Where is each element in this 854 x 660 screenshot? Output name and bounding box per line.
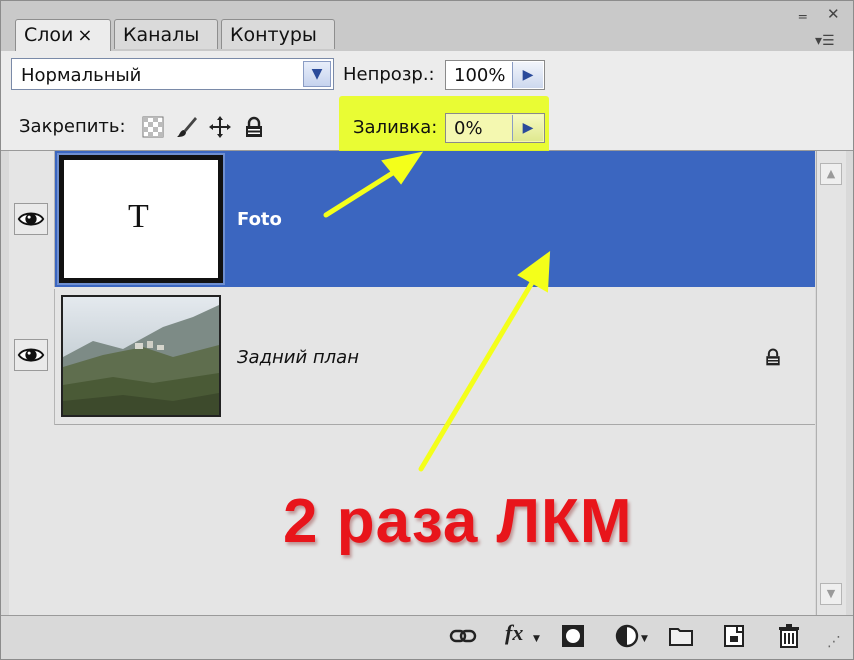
tab-channels-label: Каналы — [123, 24, 200, 46]
opacity-slider-arrow-icon[interactable]: ▶ — [512, 62, 543, 88]
move-icon[interactable] — [208, 115, 232, 139]
lock-icon[interactable] — [242, 115, 266, 139]
link-icon[interactable] — [449, 622, 477, 650]
folder-icon[interactable] — [667, 622, 695, 650]
annotation-caption: 2 раза ЛКМ — [283, 487, 633, 556]
tab-paths-label: Контуры — [230, 24, 317, 46]
layers-panel: Слои × Каналы Контуры ‗ ✕ ▾☰ Нормальный ▼… — [0, 0, 854, 660]
layer-lock-icon — [766, 348, 780, 366]
scroll-up-icon[interactable]: ▲ — [820, 163, 842, 185]
fill-label: Заливка: — [353, 117, 438, 138]
close-icon[interactable]: ✕ — [827, 5, 840, 23]
layer-row-foto[interactable]: T Foto — [9, 151, 815, 287]
tab-paths[interactable]: Контуры — [221, 19, 335, 49]
chevron-down-icon[interactable]: ▼ — [303, 61, 331, 87]
fill-value: 0% — [454, 118, 483, 139]
eye-icon[interactable] — [14, 339, 48, 371]
fx-icon[interactable]: fx — [505, 620, 523, 646]
layer-name-foto[interactable]: Foto — [237, 209, 282, 230]
fx-dropdown-icon[interactable]: ▼ — [533, 634, 540, 644]
landscape-thumbnail[interactable] — [61, 295, 221, 417]
adjustment-icon[interactable] — [613, 622, 641, 650]
tab-channels[interactable]: Каналы — [114, 19, 218, 49]
fill-slider-arrow-icon[interactable]: ▶ — [512, 115, 543, 141]
tab-layers[interactable]: Слои × — [15, 19, 111, 51]
layer-name-background[interactable]: Задний план — [237, 347, 359, 368]
lock-label: Закрепить: — [19, 116, 126, 137]
checker-icon[interactable] — [141, 115, 165, 139]
new-layer-icon[interactable] — [721, 622, 749, 650]
resize-grip-icon[interactable]: ⋰ — [827, 634, 841, 650]
visibility-cell — [9, 151, 55, 287]
opacity-value: 100% — [454, 65, 506, 86]
text-layer-thumbnail[interactable]: T — [57, 153, 225, 285]
fill-field[interactable]: 0% ▶ — [445, 113, 545, 143]
opacity-label: Непрозр.: — [343, 64, 435, 85]
minimize-icon[interactable]: ‗ — [799, 1, 807, 19]
tab-close-icon[interactable]: × — [77, 25, 92, 46]
bottom-toolbar: fx ▼ ▼ ⋰ — [1, 615, 853, 659]
trash-icon[interactable] — [775, 622, 803, 650]
mask-icon[interactable] — [559, 622, 587, 650]
panel-tab-bar: Слои × Каналы Контуры ‗ ✕ ▾☰ — [1, 1, 853, 51]
blend-mode-value: Нормальный — [21, 65, 142, 86]
brush-icon[interactable] — [175, 115, 199, 139]
layers-scrollbar[interactable]: ▲ ▼ — [816, 151, 846, 615]
scroll-down-icon[interactable]: ▼ — [820, 583, 842, 605]
layer-row-background[interactable]: Задний план — [9, 289, 815, 425]
tab-layers-label: Слои — [24, 24, 74, 46]
text-layer-glyph: T — [128, 198, 149, 235]
blend-row: Нормальный ▼ Непрозр.: 100% ▶ — [1, 51, 853, 101]
visibility-cell — [9, 289, 55, 425]
panel-menu-icon[interactable]: ▾☰ — [815, 33, 835, 49]
blend-mode-select[interactable]: Нормальный ▼ — [11, 58, 334, 90]
adjustment-dropdown-icon[interactable]: ▼ — [641, 634, 648, 644]
opacity-field[interactable]: 100% ▶ — [445, 60, 545, 90]
eye-icon[interactable] — [14, 203, 48, 235]
